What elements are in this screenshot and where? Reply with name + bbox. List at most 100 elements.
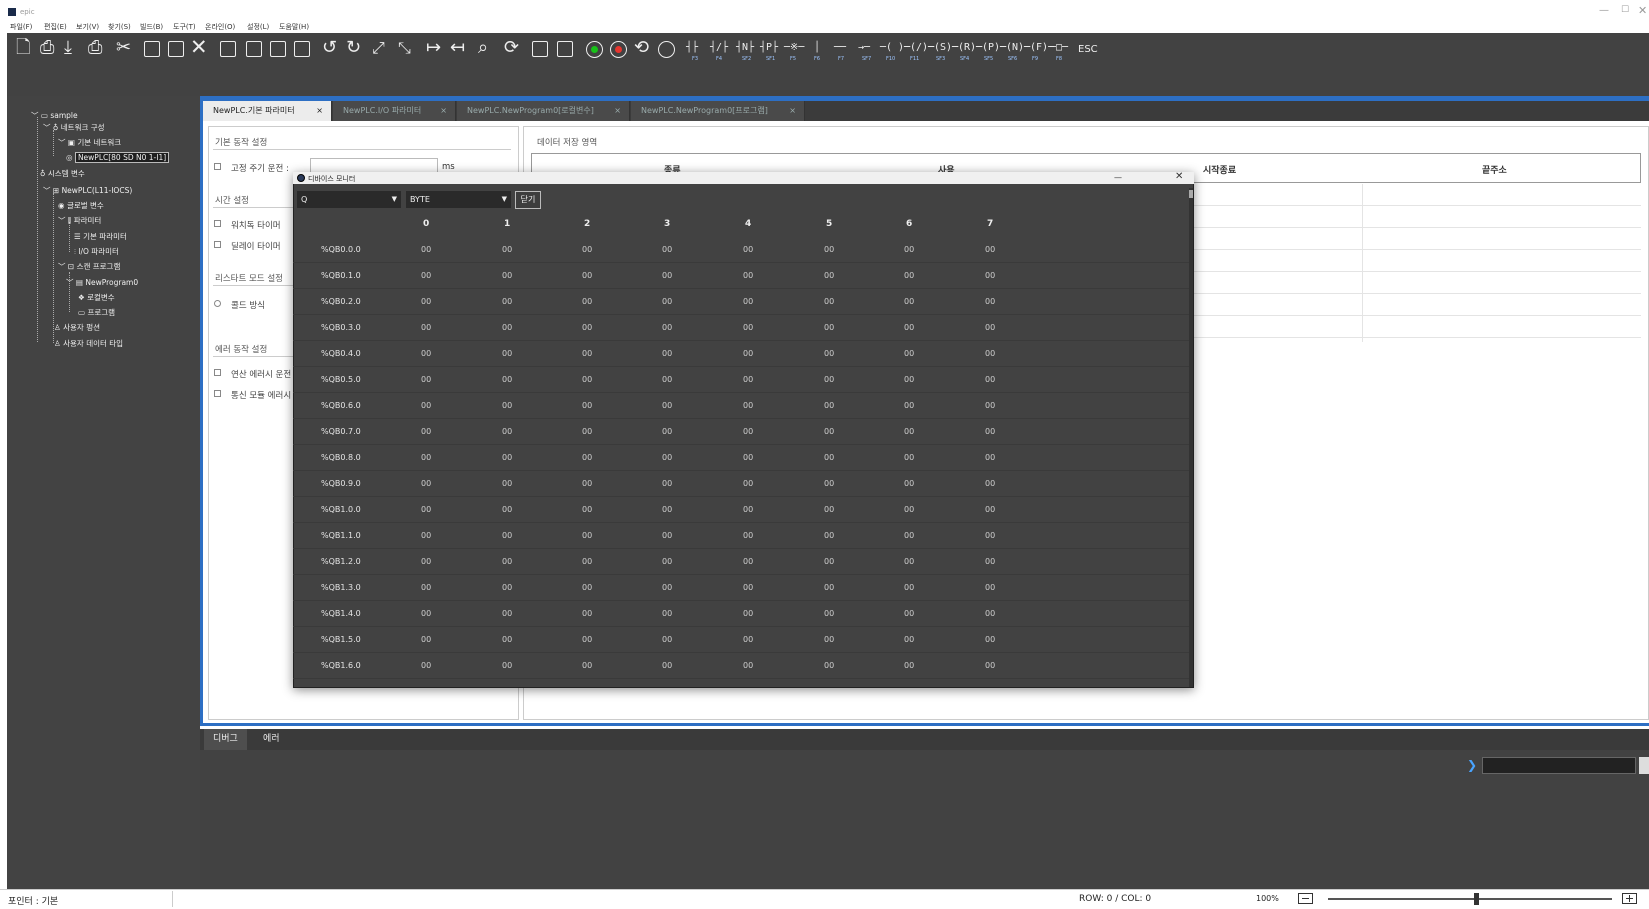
monitor-value[interactable]: 00	[662, 297, 672, 306]
monitor-value[interactable]: 00	[662, 349, 672, 358]
minimize-button[interactable]: —	[1599, 5, 1609, 16]
monitor-value[interactable]: 00	[824, 609, 834, 618]
monitor-value[interactable]: 00	[985, 375, 995, 384]
vertical-line-icon[interactable]: │	[814, 42, 820, 53]
monitor-value[interactable]: 00	[662, 271, 672, 280]
tree-system-vars[interactable]: ♁ 시스템 변수	[40, 168, 85, 179]
monitor-value[interactable]: 00	[421, 583, 431, 592]
monitor-value[interactable]: 00	[662, 375, 672, 384]
monitor-value[interactable]: 00	[824, 635, 834, 644]
tree-basic-network[interactable]: ﹀ ▣ 기본 네트워크	[58, 137, 121, 148]
tree-scan-program[interactable]: ﹀ ⊡ 스캔 프로그램	[58, 261, 120, 272]
monitor-value[interactable]: 00	[582, 297, 592, 306]
monitor-value[interactable]: 00	[904, 427, 914, 436]
monitor-row[interactable]: %QB0.9.0 00 00 00 00 00 00 00 00	[293, 471, 1190, 497]
horizontal-line-icon[interactable]: ──	[834, 42, 846, 53]
undo-icon[interactable]: ↺	[322, 39, 337, 57]
tab-local-vars[interactable]: NewPLC.NewProgram0[로컬변수] ×	[457, 101, 630, 121]
monitor-value[interactable]: 00	[985, 245, 995, 254]
monitor-minimize-button[interactable]: —	[1114, 173, 1122, 182]
monitor-value[interactable]: 00	[502, 323, 512, 332]
monitor-value[interactable]: 00	[421, 531, 431, 540]
monitor-value[interactable]: 00	[421, 271, 431, 280]
zoom-slider-track[interactable]	[1328, 898, 1612, 900]
pause-icon[interactable]	[658, 41, 675, 58]
monitor-value[interactable]: 00	[904, 401, 914, 410]
monitor-value[interactable]: 00	[985, 323, 995, 332]
monitor-value[interactable]: 00	[824, 453, 834, 462]
monitor-value[interactable]: 00	[662, 609, 672, 618]
zoom-icon[interactable]: ⌕	[478, 39, 488, 57]
monitor-value[interactable]: 00	[824, 557, 834, 566]
monitor-value[interactable]: 00	[904, 531, 914, 540]
monitor-value[interactable]: 00	[743, 401, 753, 410]
monitor-value[interactable]: 00	[985, 427, 995, 436]
monitor-value[interactable]: 00	[824, 297, 834, 306]
monitor-value[interactable]: 00	[502, 531, 512, 540]
delay-checkbox[interactable]	[214, 241, 221, 248]
monitor-value[interactable]: 00	[985, 453, 995, 462]
monitor-value[interactable]: 00	[904, 609, 914, 618]
monitor-row[interactable]: %QB0.5.0 00 00 00 00 00 00 00 00	[293, 367, 1190, 393]
monitor-value[interactable]: 00	[421, 427, 431, 436]
watchdog-checkbox[interactable]	[214, 220, 221, 227]
contact-n-icon[interactable]: ┤N├	[736, 42, 754, 53]
monitor-value[interactable]: 00	[582, 505, 592, 514]
monitor-value[interactable]: 00	[582, 479, 592, 488]
close-window-button[interactable]: ✕	[1638, 4, 1647, 17]
monitor-value[interactable]: 00	[582, 427, 592, 436]
monitor-value[interactable]: 00	[421, 557, 431, 566]
monitor-value[interactable]: 00	[824, 583, 834, 592]
refresh-icon[interactable]: ⟳	[504, 39, 519, 57]
menu-help[interactable]: 도움말(H)	[279, 22, 309, 32]
monitor-value[interactable]: 00	[824, 505, 834, 514]
monitor-value[interactable]: 00	[824, 375, 834, 384]
tab-close-icon[interactable]: ×	[614, 101, 621, 121]
monitor-value[interactable]: 00	[421, 609, 431, 618]
tree-root[interactable]: ﹀ ▭ sample	[31, 110, 78, 121]
function-block-icon[interactable]: ─□─	[1050, 42, 1068, 53]
monitor-value[interactable]: 00	[743, 427, 753, 436]
monitor-close-button[interactable]: 닫기	[515, 191, 541, 209]
monitor-value[interactable]: 00	[662, 505, 672, 514]
monitor-value[interactable]: 00	[743, 245, 753, 254]
tree-plc-node[interactable]: ◎ NewPLC[80 SD N0 1-I1]	[66, 152, 170, 163]
monitor-value[interactable]: 00	[502, 557, 512, 566]
monitor-value[interactable]: 00	[904, 323, 914, 332]
monitor-value[interactable]: 00	[582, 635, 592, 644]
monitor-row[interactable]: %QB1.3.0 00 00 00 00 00 00 00 00	[293, 575, 1190, 601]
monitor-value[interactable]: 00	[904, 479, 914, 488]
op-error-checkbox[interactable]	[214, 369, 221, 376]
tree-io-params[interactable]: ⫶ I/O 파라미터	[74, 246, 119, 257]
monitor-value[interactable]: 00	[904, 349, 914, 358]
monitor-value[interactable]: 00	[743, 479, 753, 488]
monitor-value[interactable]: 00	[904, 297, 914, 306]
download-plc-icon[interactable]	[557, 41, 573, 57]
monitor-value[interactable]: 00	[824, 349, 834, 358]
monitor-value[interactable]: 00	[582, 245, 592, 254]
monitor-value[interactable]: 00	[904, 583, 914, 592]
command-input[interactable]	[1482, 757, 1636, 774]
tree-basic-params[interactable]: ☰ 기본 파라미터	[74, 231, 127, 242]
monitor-value[interactable]: 00	[662, 557, 672, 566]
monitor-row[interactable]: %QB0.3.0 00 00 00 00 00 00 00 00	[293, 315, 1190, 341]
monitor-value[interactable]: 00	[743, 323, 753, 332]
monitor-value[interactable]: 00	[904, 245, 914, 254]
step-icon[interactable]: ⟲	[634, 39, 649, 57]
run-icon[interactable]	[586, 41, 603, 58]
menu-view[interactable]: 보기(V)	[76, 22, 99, 32]
monitor-row[interactable]: %QB0.6.0 00 00 00 00 00 00 00 00	[293, 393, 1190, 419]
monitor-value[interactable]: 00	[502, 609, 512, 618]
delete-icon[interactable]: ✕	[190, 37, 208, 58]
monitor-value[interactable]: 00	[824, 661, 834, 670]
zoom-in-button[interactable]	[1622, 893, 1637, 904]
contact-p-icon[interactable]: ┤P├	[760, 42, 778, 53]
tab-close-icon[interactable]: ×	[316, 101, 323, 121]
monitor-value[interactable]: 00	[502, 453, 512, 462]
tree-params[interactable]: ﹀ ⫼ 파라미터	[58, 215, 101, 226]
monitor-value[interactable]: 00	[743, 583, 753, 592]
monitor-value[interactable]: 00	[904, 635, 914, 644]
insert-row-icon[interactable]	[220, 41, 236, 57]
delete-block-icon[interactable]	[294, 41, 310, 57]
monitor-row[interactable]: %QB1.6.0 00 00 00 00 00 00 00 00	[293, 653, 1190, 679]
